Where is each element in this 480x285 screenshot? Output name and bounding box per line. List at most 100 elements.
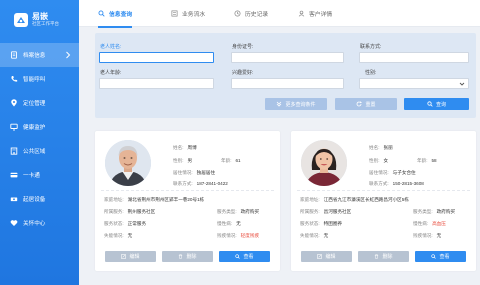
reset-button[interactable]: 重置 (335, 98, 397, 110)
hobby-label: 兴趣爱好: (232, 70, 254, 76)
tab-business-flow[interactable]: 业务流水 (171, 0, 205, 27)
tab-label: 客户详情 (309, 12, 333, 18)
age-input[interactable] (99, 78, 214, 89)
more-conditions-label: 更多查询条件 (285, 101, 316, 108)
delete-button[interactable]: 删除 (358, 251, 409, 262)
info-label: 服务状态: (104, 221, 124, 226)
info-service-status: 服务状态: 正常服务 (104, 221, 146, 227)
info-value: 特困圈养 (323, 221, 343, 226)
info-disability: 失能情况: 无 (300, 233, 328, 239)
info-value: 无 (236, 221, 241, 226)
elderly-woman-photo (301, 140, 347, 186)
tab-customer-detail[interactable]: 客户详情 (298, 0, 332, 27)
tab-info-query[interactable]: 信息查询 (98, 0, 133, 28)
info-disability: 失能情况: 无 (104, 233, 132, 239)
sidebar: 易嵌 社区工作平台 档案信息 智能呼叫 定位管理 健康监护 公共区域 一卡通 起… (0, 0, 79, 285)
info-label: 服务状态: (300, 221, 320, 226)
info-value: 男 (187, 158, 193, 163)
contact-label: 联系方式: (360, 44, 382, 50)
sidebar-item-public-area[interactable]: 公共区域 (0, 139, 79, 163)
trash-icon (179, 254, 183, 259)
search-icon (427, 101, 433, 107)
name-label: 老人姓名: (100, 44, 122, 50)
edit-button[interactable]: 编辑 (105, 251, 156, 262)
sidebar-item-label: 关怀中心 (23, 221, 46, 227)
info-label: 残疾情况: (413, 233, 433, 238)
info-gender: 性别: 女 (369, 158, 388, 164)
reset-label: 重置 (365, 101, 376, 108)
info-value: 187-2841-0422 (196, 181, 228, 186)
query-button[interactable]: 查询 (404, 98, 469, 110)
sidebar-item-label: 起居设备 (23, 197, 46, 203)
info-living: 居住情况: 独居居住 (173, 170, 215, 176)
view-button[interactable]: 查看 (219, 251, 270, 262)
info-label: 性别: (369, 158, 380, 163)
sidebar-item-devices[interactable]: 起居设备 (0, 187, 79, 211)
info-age: 年龄: 61 (221, 158, 241, 164)
info-age: 年龄: 58 (417, 158, 437, 164)
elderly-man-photo (105, 140, 151, 186)
info-label: 失能情况: (300, 233, 320, 238)
info-value: 江西省九江市濂溪区长虹西路昌河小区5栋 (323, 197, 409, 202)
info-disease: 慢性病: 无 (217, 221, 241, 227)
monitor-icon (10, 123, 18, 131)
sidebar-item-label: 公共区域 (23, 149, 46, 155)
refresh-icon (357, 101, 363, 107)
edit-icon (317, 254, 323, 259)
view-label: 查看 (439, 254, 450, 260)
info-address: 家庭地址: 湖北省荆州市荆州区郢丰一巷20号1栋 (104, 197, 204, 203)
contact-input[interactable] (359, 52, 469, 63)
view-button[interactable]: 查看 (415, 251, 466, 262)
name-input[interactable] (99, 52, 214, 63)
sidebar-item-label: 一卡通 (23, 173, 40, 179)
clock-icon (234, 10, 241, 17)
idcard-input[interactable] (231, 52, 344, 63)
building-icon (10, 147, 18, 155)
info-label: 性别: (173, 158, 184, 163)
info-value: 正常服务 (127, 221, 147, 226)
info-value: 58 (431, 158, 437, 163)
sidebar-item-call[interactable]: 智能呼叫 (0, 67, 79, 91)
sidebar-item-location[interactable]: 定位管理 (0, 91, 79, 115)
sidebar-item-care[interactable]: 关怀中心 (0, 211, 79, 235)
sidebar-item-label: 定位管理 (23, 101, 46, 107)
idcard-label: 身份证号: (232, 44, 254, 50)
info-service-type: 服务类型: 政府购买 (413, 209, 455, 215)
info-label: 姓名: (369, 145, 380, 150)
info-value: 荆州服务社区 (127, 209, 156, 214)
gender-select[interactable] (359, 78, 469, 89)
sidebar-item-label: 档案信息 (23, 53, 46, 59)
chevron-right-icon (66, 51, 71, 59)
edit-button[interactable]: 编辑 (301, 251, 352, 262)
info-label: 服务类型: (217, 209, 237, 214)
info-label: 年龄: (221, 158, 232, 163)
search-panel: 老人姓名: 身份证号: 联系方式: 老人年龄: 兴趣爱好: 性别: 更多查询条件… (95, 33, 476, 118)
delete-button[interactable]: 删除 (162, 251, 213, 262)
search-icon (235, 254, 241, 259)
info-label: 居住情况: (173, 170, 193, 175)
info-special: 残疾情况: 轻度残疾 (217, 233, 259, 239)
tab-history[interactable]: 历史记录 (234, 0, 268, 27)
info-value: 湖北省荆州市荆州区郢丰一巷20号1栋 (127, 197, 205, 202)
info-name: 姓名: 张丽 (369, 145, 393, 151)
info-phone: 联系方式: 187-2841-0422 (173, 181, 228, 187)
card-divider (297, 190, 470, 191)
more-conditions-button[interactable]: 更多查询条件 (265, 98, 327, 110)
sidebar-item-card[interactable]: 一卡通 (0, 163, 79, 187)
edit-label: 编辑 (325, 254, 336, 260)
sidebar-item-archive[interactable]: 档案信息 (0, 43, 79, 67)
info-value: 150-2815-3608 (392, 181, 424, 186)
info-value: 周博 (187, 145, 197, 150)
info-value: 无 (436, 233, 442, 238)
info-value: 张丽 (383, 145, 393, 150)
info-value: 高血压 (432, 221, 446, 226)
tab-bar: 信息查询 业务流水 历史记录 客户详情 (79, 0, 480, 28)
info-disease: 慢性病: 高血压 (413, 221, 446, 227)
info-label: 所属服务: (300, 209, 320, 214)
info-community: 所属服务: 昌河服务社区 (300, 209, 351, 215)
sidebar-item-health[interactable]: 健康监护 (0, 115, 79, 139)
info-value: 独居居住 (196, 170, 216, 175)
hobby-input[interactable] (231, 78, 344, 89)
view-label: 查看 (243, 254, 254, 260)
info-label: 联系方式: (173, 181, 193, 186)
